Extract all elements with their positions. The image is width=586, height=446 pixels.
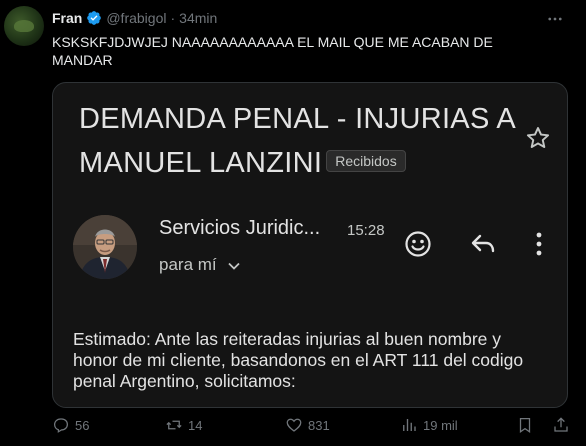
like-button[interactable]: 831: [285, 416, 330, 434]
emoji-icon: [403, 229, 433, 259]
share-icon: [554, 417, 568, 432]
like-icon: [286, 418, 302, 432]
tweet-text: KSKSKFJDJWJEJ NAAAAAAAAAAAA EL MAIL QUE …: [52, 34, 493, 68]
email-subject: DEMANDA PENAL - INJURIAS A MANUEL LANZIN…: [79, 103, 515, 179]
tweet-avatar[interactable]: [4, 6, 44, 46]
email-body: Estimado: Ante las reiteradas injurias a…: [73, 329, 524, 391]
author-name[interactable]: Fran: [52, 10, 82, 26]
reply-count: 56: [75, 417, 90, 433]
tweet-header: Fran @frabigol · 34min: [52, 9, 217, 27]
star-icon: [525, 125, 551, 151]
views-button[interactable]: 19 mil: [400, 416, 458, 434]
recipient-label: para mí: [159, 255, 217, 274]
share-button[interactable]: [552, 416, 570, 434]
sender-avatar: [73, 215, 137, 279]
more-vert-icon: [527, 229, 551, 259]
views-count: 19 mil: [423, 417, 458, 433]
chevron-down-icon: [227, 258, 241, 272]
reply-icon: [469, 231, 497, 257]
recipient-row: para mí: [159, 255, 241, 275]
handle[interactable]: @frabigol: [106, 10, 166, 26]
retweet-button[interactable]: 14: [165, 416, 202, 434]
email-time: 15:28: [347, 222, 385, 239]
inbox-label-chip: Recibidos: [326, 150, 406, 172]
retweet-count: 14: [188, 417, 203, 433]
bookmark-button[interactable]: [516, 416, 534, 434]
time-ago[interactable]: 34min: [179, 10, 217, 26]
tweet-actions: 56 14 831 19 mil: [0, 416, 586, 440]
retweet-icon: [166, 420, 182, 430]
like-count: 831: [308, 417, 330, 433]
email-subject-block: DEMANDA PENAL - INJURIAS A MANUEL LANZIN…: [79, 97, 519, 185]
views-icon: [403, 419, 416, 431]
bookmark-icon: [519, 417, 531, 433]
verified-badge-icon: [86, 10, 102, 26]
email-screenshot[interactable]: DEMANDA PENAL - INJURIAS A MANUEL LANZIN…: [52, 82, 568, 408]
reply-count-icon: [53, 418, 69, 433]
reply-button[interactable]: 56: [52, 416, 89, 434]
more-icon[interactable]: [546, 10, 564, 28]
sender-name: Servicios Juridic...: [159, 217, 321, 239]
separator: ·: [170, 10, 176, 26]
